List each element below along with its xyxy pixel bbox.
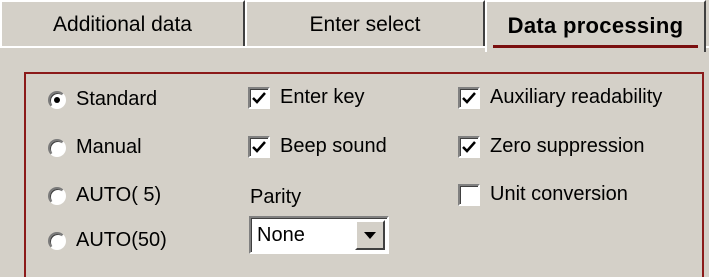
radio-label: Standard [76, 88, 158, 110]
tab-data-processing[interactable]: Data processing [485, 0, 706, 52]
radio-standard[interactable]: Standard [48, 88, 157, 111]
checkbox-unit-conversion[interactable]: Unit conversion [458, 183, 628, 206]
checkbox[interactable] [458, 183, 480, 206]
checkbox-label: Beep sound [280, 135, 387, 157]
radio-button[interactable] [48, 90, 66, 109]
checkbox-label: Zero suppression [490, 135, 645, 157]
checkmark-icon [462, 140, 476, 153]
parity-value: None [257, 223, 305, 246]
tab-label: Additional data [53, 12, 192, 36]
checkmark-icon [462, 91, 476, 104]
checkbox[interactable] [248, 135, 270, 158]
active-tab-underline [493, 45, 698, 48]
checkbox-beep-sound[interactable]: Beep sound [248, 135, 387, 158]
parity-select[interactable]: None [249, 216, 389, 254]
radio-auto-50[interactable]: AUTO(50) [48, 229, 167, 252]
radio-auto-5[interactable]: AUTO( 5) [48, 184, 161, 207]
parity-label: Parity [250, 186, 302, 208]
radio-button[interactable] [48, 231, 66, 250]
tab-label: Data processing [507, 12, 684, 38]
radio-button[interactable] [48, 186, 66, 205]
radio-label: AUTO( 5) [76, 184, 162, 206]
radio-label: AUTO(50) [76, 229, 167, 251]
checkbox-auxiliary-readability[interactable]: Auxiliary readability [458, 86, 662, 109]
radio-button[interactable] [48, 138, 66, 157]
tab-enter-select[interactable]: Enter select [245, 0, 485, 47]
checkbox-label: Enter key [280, 86, 365, 108]
dropdown-button[interactable] [355, 220, 385, 250]
checkbox[interactable] [458, 135, 480, 158]
checkbox-zero-suppression[interactable]: Zero suppression [458, 135, 645, 158]
checkbox[interactable] [458, 86, 480, 109]
radio-manual[interactable]: Manual [48, 136, 142, 159]
radio-label: Manual [76, 136, 142, 158]
checkbox-label: Unit conversion [490, 183, 628, 205]
checkbox-label: Auxiliary readability [490, 86, 663, 108]
chevron-down-icon [364, 231, 376, 239]
checkbox[interactable] [248, 86, 270, 109]
checkmark-icon [252, 91, 266, 104]
tab-additional-data[interactable]: Additional data [0, 0, 245, 47]
checkbox-enter-key[interactable]: Enter key [248, 86, 364, 109]
tab-label: Enter select [309, 12, 421, 36]
checkmark-icon [252, 140, 266, 153]
dialog-window: Additional data Enter select Data proces… [0, 0, 709, 277]
